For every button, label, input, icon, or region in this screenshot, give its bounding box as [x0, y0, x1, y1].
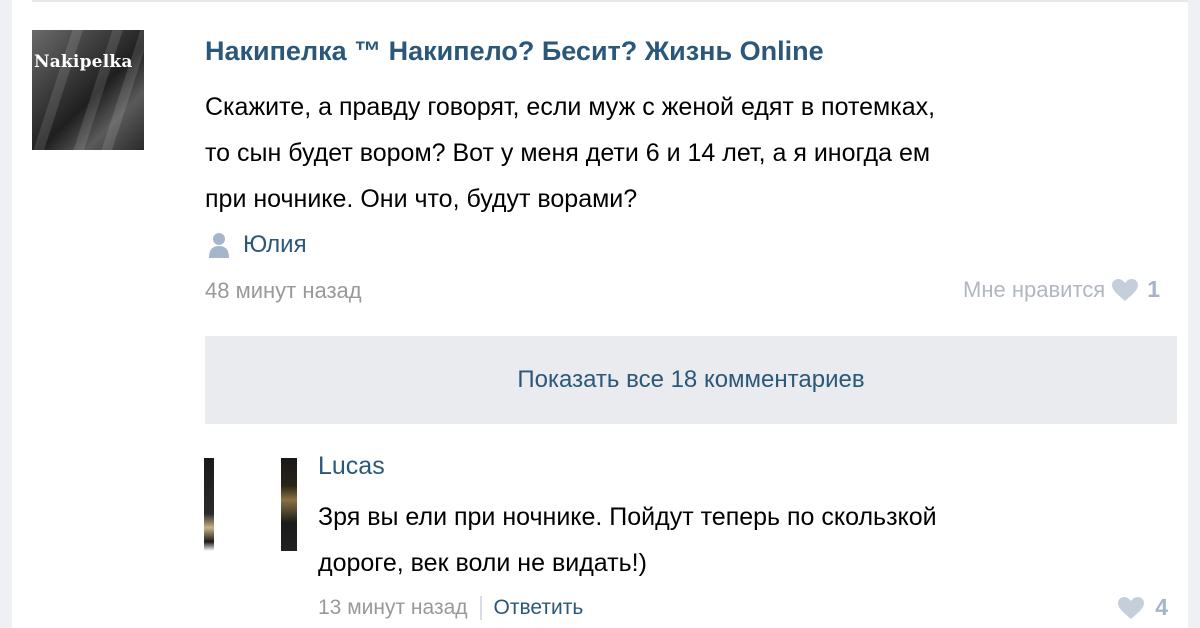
- comment-text-line: дороге, век воли не видать!): [318, 549, 647, 577]
- post-text: Скажите, а правду говорят, если муж с же…: [205, 84, 1165, 222]
- avatar-decor: [32, 30, 85, 150]
- meta-separator: [479, 596, 482, 620]
- signer-name[interactable]: Юлия: [243, 231, 307, 259]
- like-label: Мне нравится: [963, 276, 1106, 302]
- commenter-avatar[interactable]: [204, 458, 297, 551]
- avatar-decor: [204, 458, 214, 551]
- comment-meta: 13 минут назад Ответить: [318, 596, 583, 620]
- person-icon: [209, 233, 229, 258]
- comment-like-count: 4: [1155, 594, 1168, 620]
- post-like-button[interactable]: Мне нравится 1: [963, 276, 1160, 303]
- post-text-line: Скажите, а правду говорят, если муж с же…: [205, 93, 936, 121]
- feed-frame: Nakipelka Накипелка ™ Накипело? Бесит? Ж…: [0, 0, 1200, 628]
- left-border: [0, 0, 12, 628]
- post-signer[interactable]: Юлия: [207, 228, 307, 262]
- group-avatar[interactable]: Nakipelka: [32, 30, 144, 150]
- like-count: 1: [1147, 276, 1160, 302]
- right-border: [1188, 0, 1200, 628]
- post-text-line: то сын будет вором? Вот у меня дети 6 и …: [205, 139, 931, 167]
- heart-icon: [1118, 596, 1145, 619]
- commenter-name-link[interactable]: Lucas: [318, 452, 385, 481]
- comment-timestamp[interactable]: 13 минут назад: [318, 596, 468, 620]
- heart-icon: [1112, 278, 1139, 301]
- show-all-comments-button[interactable]: Показать все 18 комментариев: [205, 336, 1177, 424]
- comment-text-line: Зря вы ели при ночнике. Пойдут теперь по…: [318, 503, 937, 531]
- avatar-decor: [281, 458, 297, 551]
- post-divider: [32, 0, 1188, 2]
- group-avatar-logo: Nakipelka: [34, 52, 133, 72]
- post-text-line: при ночнике. Они что, будут ворами?: [205, 185, 638, 213]
- group-name-link[interactable]: Накипелка ™ Накипело? Бесит? Жизнь Onlin…: [205, 36, 824, 67]
- comment-text: Зря вы ели при ночнике. Пойдут теперь по…: [318, 494, 1178, 586]
- comment-like-button[interactable]: 4: [1117, 594, 1168, 621]
- post-timestamp[interactable]: 48 минут назад: [205, 278, 362, 304]
- reply-button[interactable]: Ответить: [494, 596, 584, 620]
